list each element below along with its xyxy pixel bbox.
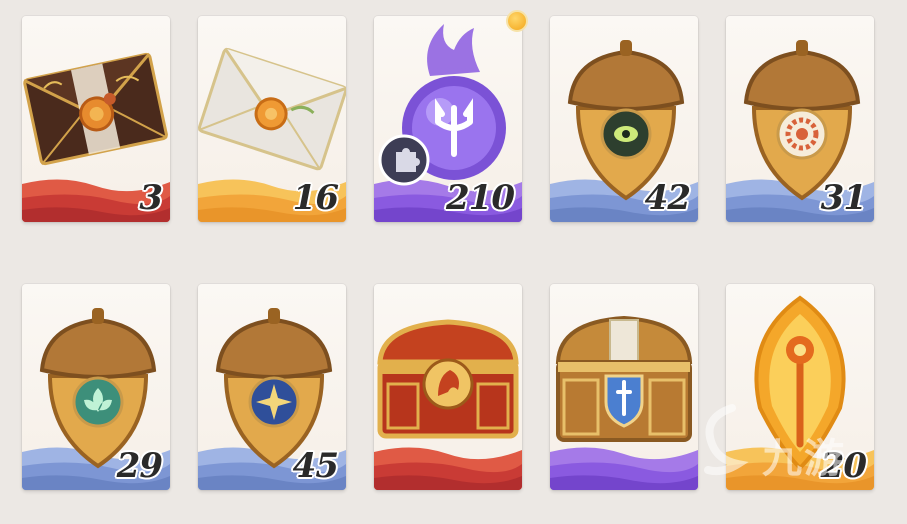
watermark-text: 九游 [762, 436, 846, 482]
new-notification-dot [506, 10, 528, 32]
item-card-acorn-eye[interactable]: 42 [550, 16, 698, 222]
item-card-red-envelope[interactable]: 3 [22, 16, 170, 222]
watermark-logo: 九游 [692, 398, 892, 488]
item-count: 42 [644, 178, 691, 218]
treasure-chest-icon [377, 319, 519, 439]
treasure-chest-icon [555, 315, 693, 442]
item-card-purple-orb[interactable]: 210 [374, 16, 522, 222]
item-count: 3 [139, 178, 163, 218]
item-card-white-envelope[interactable]: 16 [198, 16, 346, 222]
item-card-acorn-leaf[interactable]: 29 [22, 284, 170, 490]
item-count: 45 [292, 446, 339, 486]
item-card-red-chest[interactable] [374, 284, 522, 490]
item-count: 210 [446, 178, 515, 218]
item-count: 29 [116, 446, 163, 486]
item-card-acorn-star[interactable]: 45 [198, 284, 346, 490]
item-card-gold-chest[interactable] [550, 284, 698, 490]
item-count: 31 [820, 178, 867, 218]
item-count: 16 [292, 178, 339, 218]
item-card-acorn-sun[interactable]: 31 [726, 16, 874, 222]
watermark-swirl-icon [704, 404, 749, 476]
